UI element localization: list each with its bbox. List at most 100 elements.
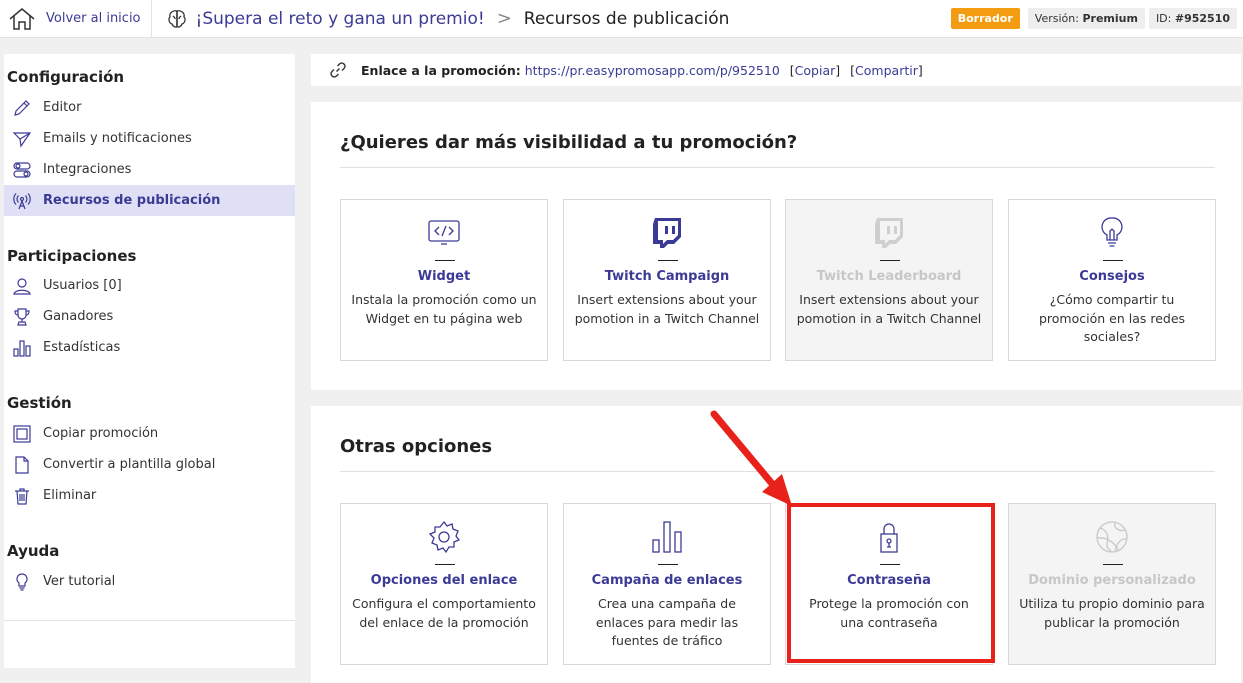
globe-icon: [1096, 521, 1128, 553]
bar-chart-icon: [13, 339, 31, 357]
section-title: Configuración: [7, 68, 125, 86]
version-label: Versión:: [1034, 12, 1079, 25]
section-heading: ¿Quieres dar más visibilidad a tu promoc…: [340, 132, 798, 153]
card-divider: [1103, 260, 1123, 261]
tips-card[interactable]: Consejos ¿Cómo compartir tu promoción en…: [1008, 199, 1216, 361]
card-description: Insert extensions about your pomotion in…: [574, 292, 760, 326]
badges: Borrador Versión: Premium ID: #952510: [950, 8, 1237, 29]
custom-domain-card[interactable]: Dominio personalizado Utiliza tu propio …: [1008, 503, 1216, 665]
card-title: Contraseña: [847, 573, 931, 588]
card-title: Opciones del enlace: [370, 573, 518, 588]
trophy-icon: [14, 307, 30, 326]
page-title: Recursos de publicación: [523, 8, 730, 29]
gear-icon: [428, 520, 461, 554]
section-title: Gestión: [7, 394, 72, 412]
document-icon: [15, 455, 29, 474]
sidebar-item-eliminar[interactable]: Eliminar: [4, 480, 295, 511]
lightbulb-icon: [16, 572, 28, 591]
promotion-url-link[interactable]: https://pr.easypromosapp.com/p/952510: [525, 63, 780, 78]
id-label: ID:: [1155, 12, 1172, 25]
broadcast-icon: [13, 192, 31, 209]
sidebar-item-emails[interactable]: Emails y notificaciones: [4, 123, 295, 154]
code-icon: [428, 220, 460, 245]
sidebar-item-label: Convertir a plantilla global: [43, 457, 216, 472]
share-link-button[interactable]: [Compartir]: [850, 63, 923, 78]
sidebar-item-plantilla[interactable]: Convertir a plantilla global: [4, 449, 295, 480]
sidebar-item-label: Integraciones: [43, 162, 132, 177]
visibility-panel: ¿Quieres dar más visibilidad a tu promoc…: [311, 102, 1241, 390]
sidebar-item-label: Editor: [43, 100, 82, 115]
user-icon: [13, 277, 31, 295]
promotion-link-bar: Enlace a la promoción: https://pr.easypr…: [311, 54, 1241, 86]
sidebar-section-participaciones: Participaciones Usuarios [0] Ganadores E…: [4, 247, 295, 363]
twitch-icon: [653, 218, 681, 248]
bar-chart-icon: [652, 521, 682, 553]
widget-card[interactable]: Widget Instala la promoción como un Widg…: [340, 199, 548, 361]
sidebar-section-configuracion: Configuración Editor Emails y notificaci…: [4, 68, 295, 216]
sidebar-item-label: Recursos de publicación: [43, 193, 221, 208]
sidebar-item-estadisticas[interactable]: Estadísticas: [4, 332, 295, 363]
pencil-icon: [14, 99, 30, 116]
sidebar-item-label: Eliminar: [43, 488, 97, 503]
card-description: Configura el comportamiento del enlace d…: [352, 596, 536, 630]
card-divider: [658, 260, 678, 261]
sidebar-item-label: Copiar promoción: [43, 426, 159, 441]
sidebar-item-integraciones[interactable]: Integraciones: [4, 154, 295, 185]
breadcrumb: ¡Supera el reto y gana un premio! > Recu…: [152, 8, 951, 30]
breadcrumb-promo-link[interactable]: ¡Supera el reto y gana un premio!: [196, 9, 485, 29]
lock-icon: [880, 523, 898, 553]
link-campaign-card[interactable]: Campaña de enlaces Crea una campaña de e…: [563, 503, 771, 665]
twitch-icon: [875, 218, 903, 248]
lightbulb-icon: [1101, 217, 1123, 247]
id-value: #952510: [1174, 12, 1230, 25]
trash-icon: [15, 487, 29, 505]
sidebar-item-label: Ganadores: [43, 309, 114, 324]
card-description: ¿Cómo compartir tu promoción en las rede…: [1038, 292, 1186, 344]
sidebar-item-editor[interactable]: Editor: [4, 92, 295, 123]
twitch-campaign-card[interactable]: Twitch Campaign Insert extensions about …: [563, 199, 771, 361]
sidebar-item-tutorial[interactable]: Ver tutorial: [4, 566, 295, 597]
back-label: Volver al inicio: [46, 11, 141, 26]
section-divider: [340, 471, 1215, 472]
card-divider: [435, 260, 455, 261]
password-card[interactable]: Contraseña Protege la promoción con una …: [785, 503, 993, 665]
card-description: Insert extensions about your pomotion in…: [796, 292, 982, 326]
card-title: Consejos: [1079, 269, 1145, 284]
toggles-icon: [13, 161, 31, 178]
brain-icon: [167, 9, 186, 28]
sidebar-item-usuarios[interactable]: Usuarios [0]: [4, 270, 295, 301]
sidebar-section-ayuda: Ayuda Ver tutorial: [4, 542, 295, 597]
link-label: Enlace a la promoción:: [361, 62, 521, 78]
sidebar-item-label: Usuarios [0]: [43, 278, 122, 293]
card-description: Protege la promoción con una contraseña: [809, 596, 969, 630]
card-description: Utiliza tu propio dominio para publicar …: [1019, 596, 1205, 630]
section-title: Ayuda: [7, 542, 60, 560]
sidebar-item-label: Ver tutorial: [43, 574, 116, 589]
card-title: Twitch Leaderboard: [816, 269, 962, 284]
sidebar-item-recursos[interactable]: Recursos de publicación: [4, 185, 295, 216]
other-options-panel: Otras opciones Opciones del enlace Confi…: [311, 406, 1241, 683]
card-title: Campaña de enlaces: [591, 573, 743, 588]
card-title: Dominio personalizado: [1028, 573, 1196, 588]
card-divider: [880, 564, 900, 565]
sidebar-item-ganadores[interactable]: Ganadores: [4, 301, 295, 332]
version-value: Premium: [1082, 12, 1138, 25]
link-options-card[interactable]: Opciones del enlace Configura el comport…: [340, 503, 548, 665]
version-badge: Versión: Premium: [1027, 8, 1145, 29]
copy-icon: [13, 424, 31, 443]
sidebar-item-label: Estadísticas: [43, 340, 121, 355]
back-to-home-link[interactable]: Volver al inicio: [0, 0, 152, 38]
sidebar: Configuración Editor Emails y notificaci…: [4, 54, 295, 668]
section-title: Participaciones: [7, 247, 137, 265]
card-divider: [880, 260, 900, 261]
section-divider: [340, 167, 1215, 168]
card-description: Crea una campaña de enlaces para medir l…: [595, 596, 739, 648]
sidebar-divider: [4, 620, 295, 621]
card-title: Twitch Campaign: [604, 269, 730, 284]
home-icon: [9, 7, 35, 30]
card-title: Widget: [417, 269, 471, 284]
copy-link-button[interactable]: [Copiar]: [790, 63, 840, 78]
twitch-leaderboard-card[interactable]: Twitch Leaderboard Insert extensions abo…: [785, 199, 993, 361]
sidebar-item-copiar[interactable]: Copiar promoción: [4, 418, 295, 449]
send-icon: [12, 131, 32, 148]
